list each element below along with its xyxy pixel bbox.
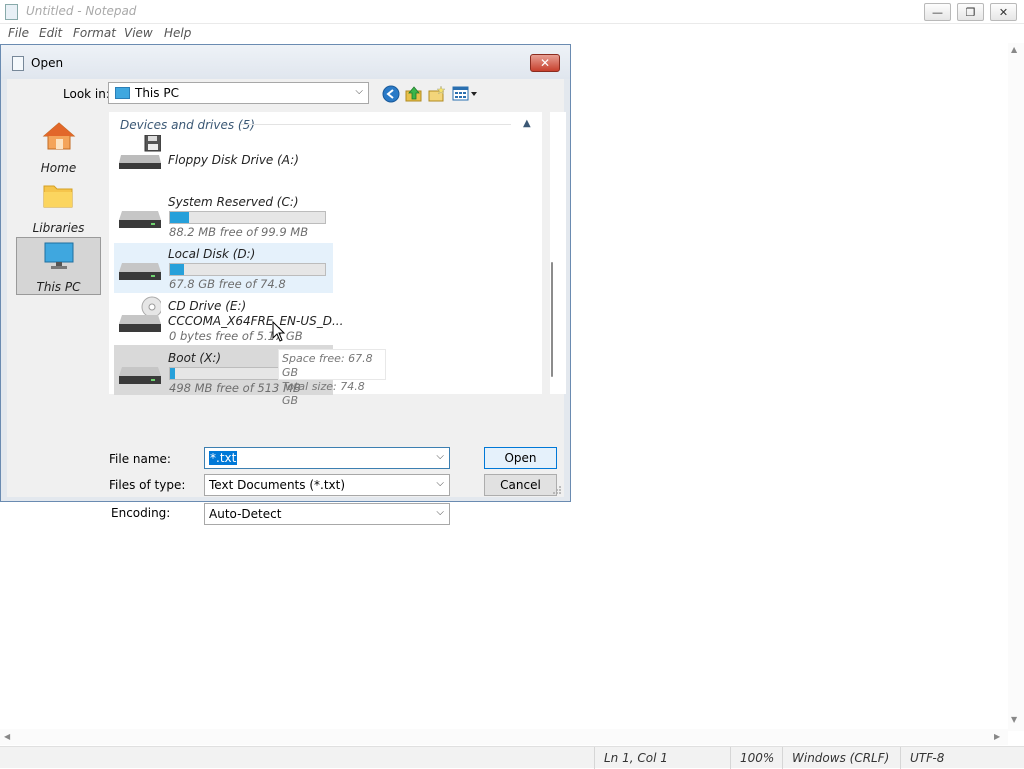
dialog-body: Look in: This PC ⌵ Home Libraries This P… <box>7 79 566 525</box>
dialog-title: Open <box>31 56 64 70</box>
drive-e[interactable]: CD Drive (E:) CCCOMA_X64FRE_EN-US_D... 0… <box>114 295 343 345</box>
cancel-button[interactable]: Cancel <box>484 474 557 496</box>
chevron-up-icon[interactable]: ▲ <box>523 118 531 129</box>
tooltip-line: Total size: 74.8 GB <box>282 380 365 407</box>
chevron-down-icon: ⌵ <box>436 478 444 489</box>
drive-name: Floppy Disk Drive (A:) <box>168 153 299 167</box>
scroll-thumb[interactable] <box>551 262 553 377</box>
encoding-dropdown[interactable]: Auto-Detect ⌵ <box>204 503 450 525</box>
group-divider <box>241 124 511 125</box>
chevron-down-icon[interactable]: ⌵ <box>436 451 444 462</box>
status-bar: Ln 1, Col 1 100% Windows (CRLF) UTF-8 <box>0 746 1024 769</box>
look-in-label: Look in: <box>63 87 110 101</box>
menu-view[interactable]: View <box>124 26 153 40</box>
cd-drive-icon <box>119 296 161 332</box>
resize-grip-icon[interactable] <box>552 485 562 495</box>
new-folder-icon[interactable] <box>428 85 446 103</box>
floppy-drive-icon <box>119 135 161 169</box>
restore-icon: ❐ <box>965 5 976 19</box>
monitor-icon <box>115 87 130 99</box>
dialog-close-button[interactable]: ✕ <box>530 54 560 72</box>
drive-usage-bar <box>169 263 326 276</box>
scroll-down-icon[interactable]: ▼ <box>1011 715 1017 724</box>
restore-button[interactable]: ❐ <box>957 3 984 21</box>
back-icon[interactable] <box>382 85 400 103</box>
status-position: Ln 1, Col 1 <box>594 747 730 769</box>
place-this-pc[interactable]: This PC <box>16 237 101 295</box>
encoding-value: Auto-Detect <box>209 507 282 521</box>
hard-drive-icon <box>119 211 161 228</box>
look-in-dropdown[interactable]: This PC ⌵ <box>108 82 369 104</box>
menu-file[interactable]: File <box>8 26 29 40</box>
home-icon <box>42 122 76 150</box>
drive-d[interactable]: Local Disk (D:) 67.8 GB free of 74.8 <box>114 243 333 293</box>
drive-name: System Reserved (C:) <box>168 195 299 209</box>
notepad-titlebar: Untitled - Notepad — ❐ ✕ <box>0 0 1024 24</box>
drive-tooltip: Space free: 67.8 GB Total size: 74.8 GB <box>278 349 386 407</box>
minimize-button[interactable]: — <box>924 3 951 21</box>
minimize-icon: — <box>932 5 943 19</box>
scroll-up-icon[interactable]: ▲ <box>1011 45 1017 54</box>
close-window-button[interactable]: ✕ <box>990 3 1017 21</box>
status-encoding: UTF-8 <box>900 747 1024 769</box>
place-label: Libraries <box>32 221 85 235</box>
mouse-cursor-icon <box>272 321 286 342</box>
encoding-label: Encoding: <box>111 506 171 520</box>
scroll-right-icon[interactable]: ▶ <box>994 732 1000 741</box>
status-zoom: 100% <box>730 747 782 769</box>
window-title: Untitled - Notepad <box>26 4 137 18</box>
monitor-icon <box>44 242 74 269</box>
view-menu-icon[interactable] <box>452 85 478 103</box>
drive-volume-label: CCCOMA_X64FRE_EN-US_D... <box>168 314 344 328</box>
places-bar: Home Libraries This PC <box>7 109 105 429</box>
list-vertical-scrollbar[interactable] <box>550 112 566 394</box>
menu-bar: File Edit Format View Help <box>0 24 1024 43</box>
place-label: This PC <box>36 280 81 294</box>
group-header[interactable]: Devices and drives (5) <box>120 118 255 132</box>
file-name-label: File name: <box>109 452 171 466</box>
drive-usage-bar <box>169 211 326 224</box>
look-in-value: This PC <box>135 86 179 100</box>
hard-drive-icon <box>119 367 161 384</box>
editor-vertical-scrollbar[interactable]: ▲ ▼ <box>1008 43 1024 731</box>
files-of-type-value: Text Documents (*.txt) <box>209 478 346 492</box>
up-folder-icon[interactable] <box>405 85 423 103</box>
menu-help[interactable]: Help <box>164 26 191 40</box>
close-icon: ✕ <box>998 5 1009 19</box>
dialog-icon <box>12 56 24 71</box>
drive-free-space: 67.8 GB free of 74.8 <box>169 277 286 291</box>
place-libraries[interactable]: Libraries <box>16 177 101 235</box>
status-line-ending: Windows (CRLF) <box>782 747 900 769</box>
file-name-value: *.txt <box>209 451 238 465</box>
drive-name: Local Disk (D:) <box>168 247 256 261</box>
drive-c[interactable]: System Reserved (C:) 88.2 MB free of 99.… <box>114 191 333 241</box>
chevron-down-icon: ⌵ <box>355 86 363 97</box>
scroll-left-icon[interactable]: ◀ <box>4 732 10 741</box>
drive-free-space: 88.2 MB free of 99.9 MB <box>169 225 309 239</box>
drive-a[interactable]: Floppy Disk Drive (A:) <box>114 135 333 189</box>
files-of-type-dropdown[interactable]: Text Documents (*.txt) ⌵ <box>204 474 450 496</box>
notepad-app-icon <box>5 4 18 20</box>
place-label: Home <box>40 161 77 175</box>
drive-name: Boot (X:) <box>168 351 222 365</box>
place-home[interactable]: Home <box>16 117 101 175</box>
drive-name: CD Drive (E:) <box>168 299 247 313</box>
folder-icon <box>43 185 73 208</box>
open-dialog: Open ✕ Look in: This PC ⌵ Home Libraries… <box>0 44 571 525</box>
file-list[interactable]: Devices and drives (5) ▲ Floppy Disk Dri… <box>109 112 566 407</box>
open-button[interactable]: Open <box>484 447 557 469</box>
files-of-type-label: Files of type: <box>109 478 186 492</box>
menu-format[interactable]: Format <box>73 26 116 40</box>
dialog-titlebar[interactable]: Open ✕ <box>1 45 570 79</box>
editor-horizontal-scrollbar[interactable]: ◀ ▶ <box>0 729 1008 745</box>
chevron-down-icon: ⌵ <box>436 507 444 518</box>
tooltip-line: Space free: 67.8 GB <box>282 352 373 379</box>
file-name-input[interactable]: *.txt ⌵ <box>204 447 450 469</box>
menu-edit[interactable]: Edit <box>39 26 62 40</box>
hard-drive-icon <box>119 263 161 280</box>
